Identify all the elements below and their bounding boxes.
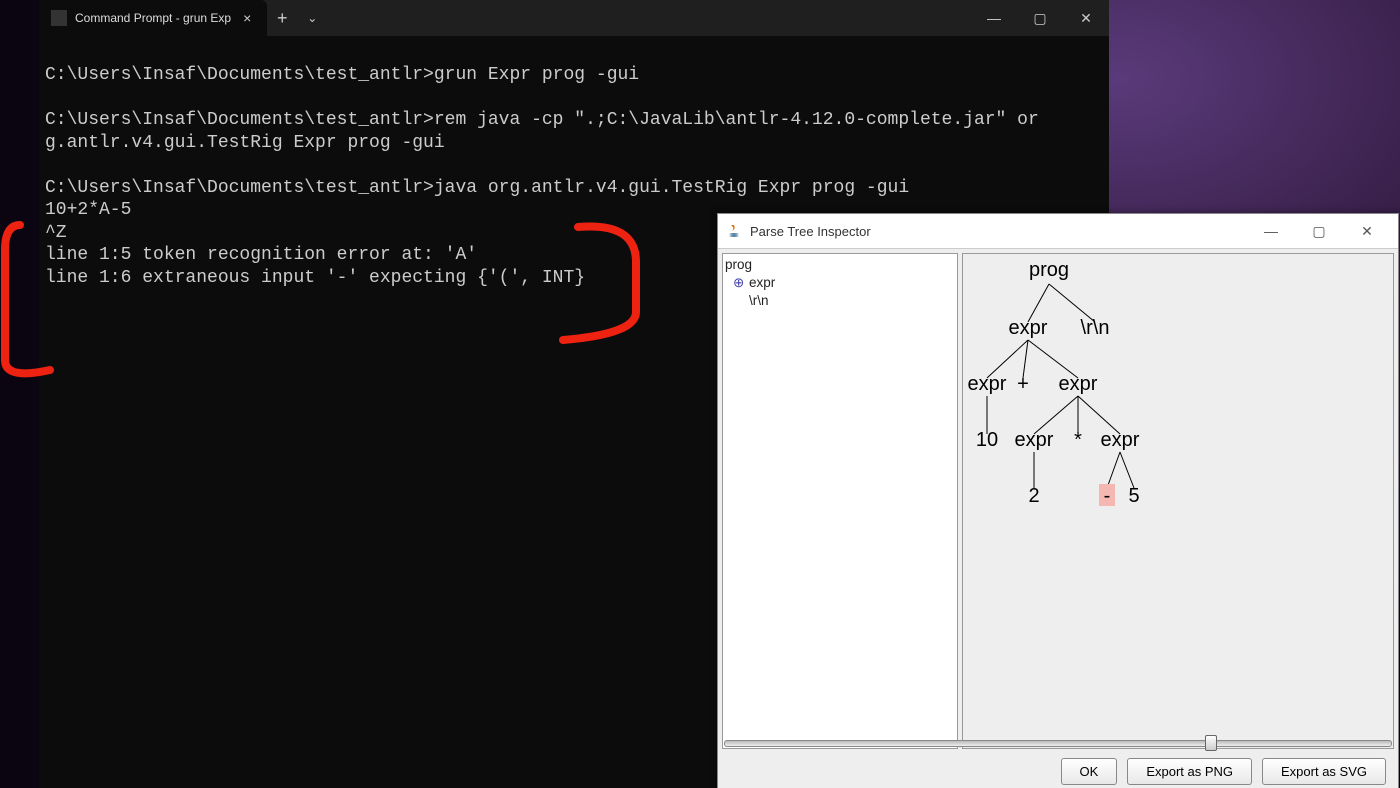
tab-close-icon[interactable]: ×	[239, 10, 255, 26]
new-tab-button[interactable]: +	[267, 0, 297, 36]
export-png-button[interactable]: Export as PNG	[1127, 758, 1252, 785]
java-icon	[726, 223, 742, 239]
svg-text:10: 10	[976, 429, 998, 451]
svg-text:expr: expr	[968, 373, 1007, 395]
minimize-button[interactable]: —	[971, 0, 1017, 36]
svg-text:expr: expr	[1009, 317, 1048, 339]
export-svg-button[interactable]: Export as SVG	[1262, 758, 1386, 785]
parse-tree-view[interactable]: prog expr \r\n expr + expr 10 expr * exp…	[962, 253, 1394, 749]
tree-node-newline[interactable]: \r\n	[725, 292, 955, 310]
terminal-line: ^Z	[45, 223, 67, 243]
svg-text:-: -	[1104, 485, 1111, 507]
tab-title: Command Prompt - grun Exp	[75, 11, 231, 25]
inspector-titlebar[interactable]: Parse Tree Inspector — ▢ ✕	[718, 214, 1398, 249]
svg-text:prog: prog	[1029, 259, 1069, 281]
inspector-title: Parse Tree Inspector	[750, 224, 871, 239]
terminal-line: C:\Users\Insaf\Documents\test_antlr>java…	[45, 178, 909, 198]
parse-tree-svg: prog expr \r\n expr + expr 10 expr * exp…	[963, 254, 1393, 714]
svg-text:expr: expr	[1015, 429, 1054, 451]
svg-text:5: 5	[1128, 485, 1139, 507]
cmd-icon	[51, 10, 67, 26]
zoom-slider[interactable]	[724, 735, 1392, 749]
tree-node-expr[interactable]: ⊕expr	[725, 274, 955, 292]
svg-text:+: +	[1017, 373, 1029, 395]
svg-text:\r\n: \r\n	[1081, 317, 1110, 339]
close-button[interactable]: ✕	[1063, 0, 1109, 36]
svg-text:2: 2	[1028, 485, 1039, 507]
terminal-line: C:\Users\Insaf\Documents\test_antlr>rem …	[45, 110, 1039, 130]
inspector-footer: OK Export as PNG Export as SVG	[718, 753, 1398, 788]
tree-pane[interactable]: prog ⊕expr \r\n	[722, 253, 958, 749]
slider-track	[724, 740, 1392, 747]
svg-text:expr: expr	[1059, 373, 1098, 395]
tree-node-prog[interactable]: prog	[725, 256, 955, 274]
terminal-line: line 1:5 token recognition error at: 'A'	[45, 245, 477, 265]
svg-text:*: *	[1074, 429, 1082, 451]
terminal-tab[interactable]: Command Prompt - grun Exp ×	[39, 0, 267, 36]
slider-thumb[interactable]	[1205, 735, 1217, 751]
inspector-close-button[interactable]: ✕	[1344, 216, 1390, 246]
svg-text:expr: expr	[1101, 429, 1140, 451]
tab-dropdown-icon[interactable]: ⌄	[297, 0, 327, 36]
expand-icon[interactable]: ⊕	[733, 274, 745, 292]
inspector-minimize-button[interactable]: —	[1248, 216, 1294, 246]
terminal-line: C:\Users\Insaf\Documents\test_antlr>grun…	[45, 65, 639, 85]
terminal-line: 10+2*A-5	[45, 200, 131, 220]
inspector-maximize-button[interactable]: ▢	[1296, 216, 1342, 246]
ok-button[interactable]: OK	[1061, 758, 1118, 785]
terminal-titlebar[interactable]: Command Prompt - grun Exp × + ⌄ — ▢ ✕	[39, 0, 1109, 36]
maximize-button[interactable]: ▢	[1017, 0, 1063, 36]
inspector-window: Parse Tree Inspector — ▢ ✕ prog ⊕expr \r…	[717, 213, 1399, 788]
terminal-line: line 1:6 extraneous input '-' expecting …	[45, 268, 585, 288]
terminal-line: g.antlr.v4.gui.TestRig Expr prog -gui	[45, 133, 445, 153]
